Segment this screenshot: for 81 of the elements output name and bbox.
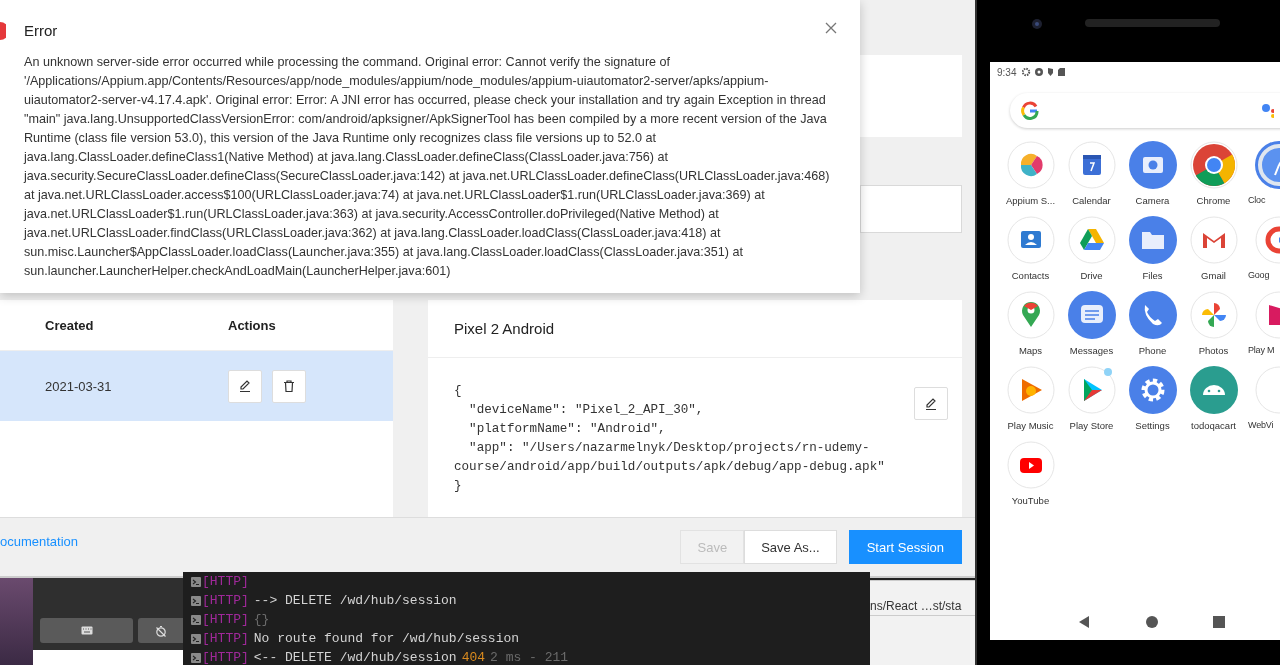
music-icon[interactable] xyxy=(1006,366,1055,414)
phone-icon[interactable] xyxy=(1128,291,1177,339)
back-icon[interactable] xyxy=(1077,615,1092,629)
error-icon xyxy=(0,22,6,40)
card-title: Pixel 2 Android xyxy=(428,300,962,358)
play-store-icon[interactable] xyxy=(1067,366,1116,414)
swirl-icon[interactable] xyxy=(1006,141,1055,189)
edit-button[interactable] xyxy=(228,369,262,403)
text-field[interactable] xyxy=(860,185,962,233)
log-text: No route found for /wd/hub/session xyxy=(253,631,520,646)
settings-icon[interactable] xyxy=(1128,366,1177,414)
prompt-icon xyxy=(191,576,201,587)
keyboard-icon xyxy=(80,626,93,635)
table-row[interactable]: 2021-03-31 xyxy=(0,351,393,421)
log-tag: [HTTP] xyxy=(202,574,249,589)
log-tag: [HTTP] xyxy=(202,631,249,646)
camera-icon[interactable] xyxy=(1128,141,1177,189)
app-label[interactable]: todoqacart xyxy=(1191,419,1236,432)
home-icon[interactable] xyxy=(1146,616,1158,628)
log-text: {} xyxy=(253,612,270,627)
prompt-icon xyxy=(191,614,201,625)
log-tag: [HTTP] xyxy=(202,612,249,627)
app-label[interactable]: Maps xyxy=(1018,344,1043,357)
app-label[interactable]: Files xyxy=(1142,269,1163,282)
app-label[interactable]: Phone xyxy=(1138,344,1167,357)
envelope-icon[interactable] xyxy=(1189,216,1238,264)
app-label[interactable]: Messages xyxy=(1069,344,1114,357)
chrome-icon[interactable] xyxy=(1189,141,1238,189)
app-label[interactable]: Appium S... xyxy=(1005,194,1056,207)
map-pin-icon[interactable] xyxy=(1006,291,1055,339)
column-header: Created xyxy=(44,317,95,333)
delete-button[interactable] xyxy=(272,369,306,403)
prompt-icon xyxy=(191,595,201,606)
log-text: 2 ms - 211 xyxy=(490,650,569,665)
contact-card-icon[interactable] xyxy=(1006,216,1055,264)
app-label[interactable]: Contacts xyxy=(1011,269,1050,282)
log-tag: [HTTP] xyxy=(202,593,249,608)
save-button[interactable]: Save As... xyxy=(744,530,837,564)
app-label[interactable]: Play M xyxy=(1248,344,1275,357)
calendar-icon[interactable] xyxy=(1067,141,1116,189)
play-icon[interactable] xyxy=(1006,441,1055,489)
triangle-logo-icon[interactable] xyxy=(1067,216,1116,264)
status-time: 9:34 xyxy=(997,66,1017,78)
recents-icon[interactable] xyxy=(1212,616,1225,628)
timer-button[interactable] xyxy=(138,618,183,643)
stopwatch-icon xyxy=(154,624,167,637)
app-label[interactable]: WebVi xyxy=(1248,419,1274,432)
app-label[interactable]: Calendar xyxy=(1072,194,1111,207)
app-label[interactable]: Cloc xyxy=(1248,194,1266,207)
app-label[interactable]: Camera xyxy=(1135,194,1170,207)
assistant-icon xyxy=(1262,102,1274,119)
app-label[interactable]: Chrome xyxy=(1196,194,1231,207)
prompt-icon xyxy=(191,633,201,644)
google-logo-icon xyxy=(1020,100,1040,121)
pinwheel-icon[interactable] xyxy=(1189,291,1238,339)
column-header: Actions xyxy=(227,317,277,333)
folder-icon[interactable] xyxy=(1128,216,1177,264)
close-icon[interactable] xyxy=(825,22,837,34)
pencil-icon xyxy=(238,379,252,393)
pencil-icon xyxy=(924,396,938,411)
camera-lens-icon xyxy=(1031,18,1043,30)
error-message: An unknown server-side error occurred while processing the command. Original error: Cannot verify the signature of '/Applications/Appium.app/Contents/Resources/app/node_modules/appium/node_modules/appium-uiautomator2-server/apks/appium-uiautomator2-server-v4.17.4.apk'. Original error: Error: A JNI error has occurred, please check your installation and try again Exception in thread "main" java.lang.UnsupportedClassVersionError: com/android/apksigner/ApkSignerTool has been compiled by a more recent version of the Java Runtime (class file version 53.0), this version of the Java Runtime only recognizes class file versions up to 52.0 at java.lang.ClassLoader.defineClass1(Native Method) at java.lang.ClassLoader.defineClass(ClassLoader.java:756) at java.security.SecureClassLoader.defineClass(SecureClassLoader.java:142) at java.net.URLClassLoader.defineClass(URLClassLoader.java:468) at java.net.URLClassLoader.access$100(URLClassLoader.java:74) at java.net.URLClassLoader$1.run(URLClassLoader.java:369) at java.net.URLClassLoader$1.run(URLClassLoader.java:363) at java.security.AccessController.doPrivileged(Native Method) at java.net.URLClassLoader.findClass(URLClassLoader.java:362) at java.lang.ClassLoader.loadClass(ClassLoader.java:418) at sun.misc.Launcher$AppClassLoader.loadClass(Launcher.java:355) at java.lang.ClassLoader.loadClass(ClassLoader.java:351) at sun.launcher.LauncherHelper.checkAndLoadMain(LauncherHelper.java:601) xyxy=(24,54,831,280)
log-text: --> DELETE /wd/hub/session xyxy=(253,593,457,608)
date-cell-text: 2021-03-31 xyxy=(44,378,113,394)
log-tag: [HTTP] xyxy=(202,650,249,665)
app-label[interactable]: YouTube xyxy=(1011,494,1050,507)
log-text: <-- DELETE /wd/hub/session xyxy=(253,650,457,665)
app-label[interactable]: Settings xyxy=(1135,419,1170,432)
app-label[interactable]: Goog xyxy=(1248,269,1270,282)
dialog-title: Error xyxy=(24,22,58,41)
keyboard-button[interactable] xyxy=(40,618,133,643)
edit-button[interactable] xyxy=(914,387,948,420)
app-label[interactable]: Drive xyxy=(1080,269,1103,282)
trash-icon xyxy=(282,379,296,393)
message-icon[interactable] xyxy=(1067,291,1116,339)
app-label[interactable]: Photos xyxy=(1198,344,1229,357)
app-label[interactable]: Gmail xyxy=(1201,269,1226,282)
capabilities-text: { "deviceName": "Pixel_2_API_30", "platformName": "Android", "app": "/Users/nazarmelnyk/Desktop/projects/rn-udemy- course/android/app/build/outputs/apk/debug/app-debug.apk" } xyxy=(454,383,885,495)
log-text: 404 xyxy=(461,650,486,665)
app-label[interactable]: Play Store xyxy=(1069,419,1114,432)
app-label[interactable]: Play Music xyxy=(1007,419,1054,432)
